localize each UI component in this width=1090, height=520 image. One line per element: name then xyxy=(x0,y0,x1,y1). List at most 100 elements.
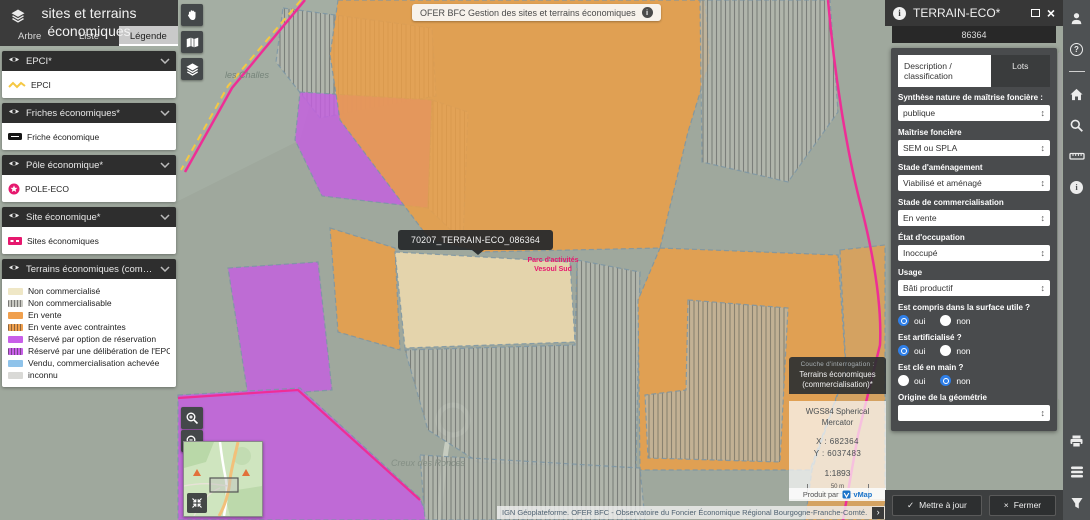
legend-swatch xyxy=(8,360,23,367)
zoom-in-button[interactable] xyxy=(181,407,203,429)
legend-swatch xyxy=(8,288,23,295)
pan-tool-button[interactable] xyxy=(181,4,203,26)
attribution-text: IGN Géoplateforme. OFER BFC - Observatoi… xyxy=(502,508,867,517)
panel-action-bar: ✓Mettre à jour ×Fermer xyxy=(885,490,1063,520)
tab-liste[interactable]: Liste xyxy=(59,26,118,46)
select-maitrise-fonciere[interactable]: SEM ou SPLA↕ xyxy=(898,140,1050,156)
select-stade-amenagement[interactable]: Viabilisé et aménagé↕ xyxy=(898,175,1050,191)
radio-non[interactable] xyxy=(940,345,951,356)
update-button[interactable]: ✓Mettre à jour xyxy=(892,495,982,516)
chevron-down-icon[interactable] xyxy=(160,110,170,116)
legend-item-label: Friche économique xyxy=(27,132,99,142)
radio-group-surface-utile: oui non xyxy=(898,315,1050,326)
overview-collapse-button[interactable] xyxy=(187,493,207,513)
field-label: Stade de commercialisation xyxy=(898,198,1050,207)
visibility-eye-icon[interactable] xyxy=(8,107,20,119)
measure-button[interactable] xyxy=(1068,147,1086,165)
credit-producer[interactable]: vMap xyxy=(854,490,873,499)
overview-extent-box[interactable] xyxy=(210,478,238,492)
legend-item: En vente xyxy=(8,309,170,321)
query-layer-name: Terrains économiques (commercialisation)… xyxy=(792,370,883,390)
radio-non[interactable] xyxy=(940,315,951,326)
legend-section-header[interactable]: EPCI* xyxy=(2,51,176,71)
map-label-parc-line1: Parc d'activités xyxy=(527,257,578,264)
legend-sidebar: sites et terrainséconomiques Arbre Liste… xyxy=(0,0,178,387)
legend-item: Non commercialisé xyxy=(8,285,170,297)
tab-description-classification[interactable]: Description / classification xyxy=(898,55,991,87)
visibility-eye-icon[interactable] xyxy=(8,55,20,67)
close-icon[interactable]: × xyxy=(1047,6,1055,20)
chevron-down-icon[interactable] xyxy=(160,162,170,168)
tab-legende[interactable]: Légende xyxy=(119,26,178,46)
select-maitrise-synthese[interactable]: publique↕ xyxy=(898,105,1050,121)
legend-item-label: POLE-ECO xyxy=(25,184,69,194)
select-usage[interactable]: Bâti productif↕ xyxy=(898,280,1050,296)
legend-swatch xyxy=(8,372,23,379)
legend-item: Sites économiques xyxy=(8,233,170,248)
search-button[interactable] xyxy=(1068,116,1086,134)
toolbar-divider xyxy=(1069,71,1085,72)
chevron-down-icon[interactable] xyxy=(160,214,170,220)
select-stade-commercialisation[interactable]: En vente↕ xyxy=(898,210,1050,226)
legend-item-label: En vente avec contraintes xyxy=(28,322,126,332)
select-origine-geometrie[interactable]: ↕ xyxy=(898,405,1050,421)
legend-section-title: Pôle économique* xyxy=(26,160,154,171)
tab-arbre[interactable]: Arbre xyxy=(0,26,59,46)
legend-item-label: Réservé par une délibération de l'EPCI xyxy=(28,346,170,356)
visibility-eye-icon[interactable] xyxy=(8,263,20,275)
overview-map[interactable] xyxy=(183,441,263,517)
radio-non[interactable] xyxy=(940,375,951,386)
query-layer-caption: Couche d'interrogation : xyxy=(792,361,883,368)
help-button[interactable]: ? xyxy=(1068,40,1086,58)
home-icon xyxy=(1069,87,1084,101)
print-button[interactable] xyxy=(1068,432,1086,450)
legend-item-label: EPCI xyxy=(31,80,51,90)
epci-line-swatch xyxy=(8,81,26,89)
close-button[interactable]: ×Fermer xyxy=(989,495,1056,516)
radio-oui[interactable] xyxy=(898,375,909,386)
home-button[interactable] xyxy=(1068,85,1086,103)
site-eco-swatch xyxy=(8,237,22,245)
radio-group-label: Est compris dans la surface utile ? xyxy=(898,303,1050,312)
user-button[interactable] xyxy=(1068,9,1086,27)
chevron-down-icon[interactable] xyxy=(160,58,170,64)
select-etat-occupation[interactable]: Inoccupé↕ xyxy=(898,245,1050,261)
vmap-logo-icon xyxy=(842,490,851,499)
map-scale: 1:1893 xyxy=(793,468,882,478)
side-toolbar: ? i xyxy=(1063,0,1090,520)
legend-section-header[interactable]: Pôle économique* xyxy=(2,155,176,175)
info-icon[interactable]: i xyxy=(642,7,653,18)
visibility-eye-icon[interactable] xyxy=(8,211,20,223)
zoom-in-icon xyxy=(185,411,199,425)
projection-label: WGS84 Spherical Mercator xyxy=(793,407,882,429)
select-arrows-icon: ↕ xyxy=(1041,143,1046,153)
attribution-expand-button[interactable]: › xyxy=(872,507,884,519)
legend-list-button[interactable] xyxy=(1068,463,1086,481)
legend-section-header[interactable]: Friches économiques* xyxy=(2,103,176,123)
panel-scrollbar[interactable] xyxy=(1058,52,1062,400)
legend-section-header[interactable]: Terrains économiques (commercialisation)… xyxy=(2,259,176,279)
rows-icon xyxy=(1070,465,1084,479)
legend-item: Réservé par une délibération de l'EPCI xyxy=(8,345,170,357)
app: les Challes Parc d'activités Vesoul Sud … xyxy=(0,0,1090,520)
field-label: Origine de la géométrie xyxy=(898,393,1050,402)
legend-section-pole: Pôle économique* POLE-ECO xyxy=(2,155,176,202)
select-arrows-icon: ↕ xyxy=(1041,408,1046,418)
legend-section-header[interactable]: Site économique* xyxy=(2,207,176,227)
filter-button[interactable] xyxy=(1068,494,1086,512)
layers-button[interactable] xyxy=(181,58,203,80)
visibility-eye-icon[interactable] xyxy=(8,159,20,171)
basemap-button[interactable] xyxy=(181,31,203,53)
info-icon: i xyxy=(893,7,906,20)
chevron-down-icon[interactable] xyxy=(160,266,170,272)
maximize-icon[interactable] xyxy=(1031,9,1040,17)
attribution-bar: IGN Géoplateforme. OFER BFC - Observatoi… xyxy=(497,506,889,519)
info-tool-button[interactable]: i xyxy=(1068,178,1086,196)
radio-oui[interactable] xyxy=(898,345,909,356)
select-arrows-icon: ↕ xyxy=(1041,248,1046,258)
map-label-les-challes: les Challes xyxy=(225,70,270,80)
sidebar-tabs: Arbre Liste Légende xyxy=(0,26,178,46)
tab-lots[interactable]: Lots xyxy=(991,55,1050,87)
friche-swatch xyxy=(8,133,22,140)
radio-oui[interactable] xyxy=(898,315,909,326)
